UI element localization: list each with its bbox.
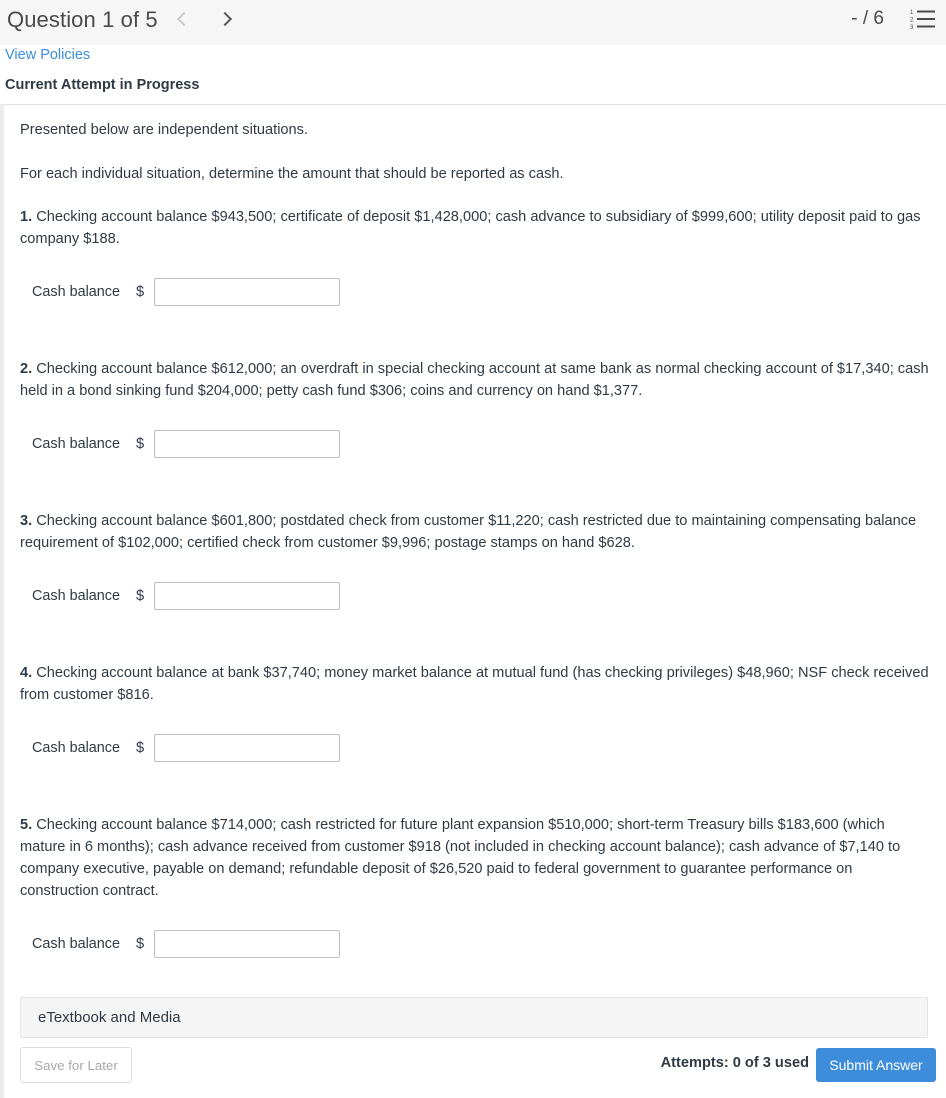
page-title: Question 1 of 5 [7, 7, 158, 32]
svg-text:1: 1 [910, 10, 914, 16]
situation-1-body: Checking account balance $943,500; certi… [20, 209, 921, 247]
cash-balance-label-2: Cash balance [32, 436, 121, 452]
svg-text:3: 3 [910, 25, 914, 31]
currency-symbol-4: $ [136, 740, 145, 756]
cash-balance-input-4[interactable] [154, 734, 340, 762]
situation-4-number: 4. [20, 665, 33, 681]
situation-4-text: 4. Checking account balance at bank $37,… [20, 662, 934, 706]
situation-2-body: Checking account balance $612,000; an ov… [20, 361, 929, 399]
currency-symbol-2: $ [136, 436, 145, 452]
answer-row-1: Cash balance $ [20, 277, 340, 307]
situation-3-body: Checking account balance $601,800; postd… [20, 513, 917, 551]
situation-5-text: 5. Checking account balance $714,000; ca… [20, 814, 934, 902]
currency-symbol-1: $ [136, 284, 145, 300]
situation-2-number: 2. [20, 361, 33, 377]
attempts-counter: Attempts: 0 of 3 used [660, 1055, 809, 1071]
cash-balance-input-1[interactable] [154, 278, 340, 306]
situation-1-text: 1. Checking account balance $943,500; ce… [20, 206, 934, 250]
etextbook-and-media-bar[interactable]: eTextbook and Media [20, 997, 928, 1038]
situation-5-number: 5. [20, 817, 33, 833]
svg-text:2: 2 [910, 18, 914, 24]
cash-balance-label-3: Cash balance [32, 588, 121, 604]
etextbook-and-media-label: eTextbook and Media [38, 1009, 181, 1026]
situation-5-body: Checking account balance $714,000; cash … [20, 817, 901, 899]
intro-paragraph-1: Presented below are independent situatio… [20, 122, 309, 138]
submit-answer-button[interactable]: Submit Answer [816, 1048, 936, 1082]
situation-1-number: 1. [20, 209, 33, 225]
view-policies-link[interactable]: View Policies [5, 47, 90, 63]
situation-2-text: 2. Checking account balance $612,000; an… [20, 358, 934, 402]
cash-balance-input-2[interactable] [154, 430, 340, 458]
attempt-status-label: Current Attempt in Progress [5, 77, 200, 93]
answer-row-2: Cash balance $ [20, 429, 340, 459]
score-display: - / 6 [851, 8, 884, 29]
situation-3-number: 3. [20, 513, 33, 529]
situation-4-body: Checking account balance at bank $37,740… [20, 665, 929, 703]
situation-3-text: 3. Checking account balance $601,800; po… [20, 510, 934, 554]
intro-paragraph-2: For each individual situation, determine… [20, 166, 564, 182]
question-navigation [176, 0, 231, 40]
question-content-panel: Presented below are independent situatio… [0, 104, 946, 1098]
answer-row-5: Cash balance $ [20, 929, 340, 959]
cash-balance-input-5[interactable] [154, 930, 340, 958]
currency-symbol-5: $ [136, 936, 145, 952]
cash-balance-label-1: Cash balance [32, 284, 121, 300]
numbered-list-icon[interactable]: 1 2 3 [910, 7, 936, 31]
save-for-later-button[interactable]: Save for Later [20, 1047, 132, 1083]
chevron-right-icon[interactable] [217, 11, 231, 29]
currency-symbol-3: $ [136, 588, 145, 604]
cash-balance-label-4: Cash balance [32, 740, 121, 756]
cash-balance-input-3[interactable] [154, 582, 340, 610]
answer-row-3: Cash balance $ [20, 581, 340, 611]
chevron-left-icon[interactable] [176, 11, 190, 29]
cash-balance-label-5: Cash balance [32, 936, 121, 952]
answer-row-4: Cash balance $ [20, 733, 340, 763]
